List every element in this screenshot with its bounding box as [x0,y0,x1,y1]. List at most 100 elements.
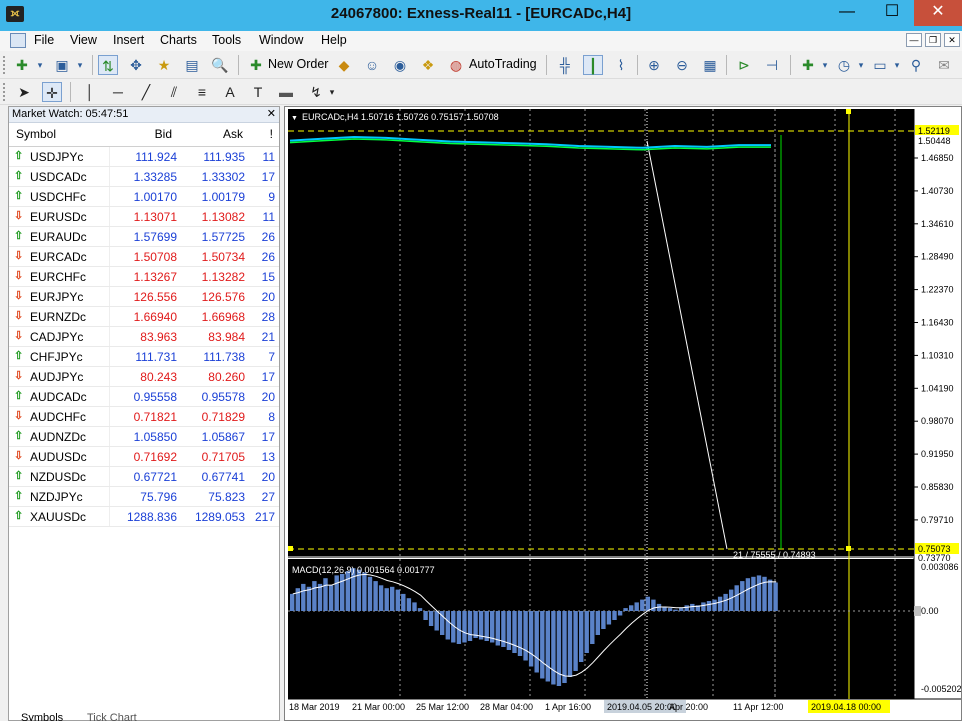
periods-dropdown-icon[interactable]: ▾ [851,55,871,75]
column-ask[interactable]: Ask [223,127,243,141]
new-order-icon[interactable]: ✚ [246,55,266,75]
horizontal-line-icon[interactable]: ─ [108,82,128,102]
market-watch-row[interactable]: ⇩ EURCHFc 1.13267 1.13282 15 [9,267,279,287]
menu-help[interactable]: Help [321,33,347,47]
data-window-icon[interactable]: ✥ [126,55,146,75]
price-chart-background[interactable] [288,109,914,557]
text-label-icon[interactable]: T [248,82,268,102]
strategy-tester-icon[interactable]: 🔍 [210,55,230,75]
column-spread[interactable]: ! [270,127,273,141]
tile-windows-icon[interactable]: ▦ [700,55,720,75]
market-watch-row[interactable]: ⇧ AUDCADc 0.95558 0.95578 20 [9,387,279,407]
crosshair-icon[interactable]: ✛ [42,82,62,102]
macd-chart-background[interactable] [288,559,914,699]
macd-bar [473,611,478,638]
new-chart-icon[interactable]: ✚ [12,55,32,75]
menu-window[interactable]: Window [259,33,303,47]
minimize-button[interactable]: — [824,0,870,26]
profiles-dropdown-icon[interactable]: ▾ [70,55,90,75]
autotrading-icon[interactable]: ◍ [446,55,466,75]
maximize-button[interactable]: ☐ [869,0,915,26]
spread-value: 11 [262,210,275,224]
chat-bubble-icon[interactable]: ✉ [934,55,954,75]
market-watch-row[interactable]: ⇧ USDCADc 1.33285 1.33302 17 [9,167,279,187]
mdi-restore-button[interactable]: ❐ [925,33,941,47]
text-icon[interactable]: A [220,82,240,102]
cursor-icon[interactable]: ➤ [14,82,34,102]
market-watch-row[interactable]: ⇩ AUDCHFc 0.71821 0.71829 8 [9,407,279,427]
close-button[interactable]: ✕ [914,0,962,26]
templates-dropdown-icon[interactable]: ▾ [887,55,907,75]
signals-icon[interactable]: ◉ [390,55,410,75]
fibonacci-icon[interactable]: ≡ [192,82,212,102]
toolbar-grip[interactable] [3,83,6,101]
column-divider [109,367,110,386]
menu-file[interactable]: File [34,33,54,47]
market-watch-icon[interactable]: ⇅ [98,55,118,75]
indicators-dropdown-icon[interactable]: ▾ [815,55,835,75]
toolbar-separator [726,55,727,75]
bar-chart-icon[interactable]: ╬ [555,55,575,75]
chart-shift-icon[interactable]: ⊣ [762,55,782,75]
market-watch-row[interactable]: ⇧ CHFJPYc 111.731 111.738 7 [9,347,279,367]
toolbar-grip[interactable] [3,56,6,74]
arrow-down-icon: ⇩ [14,330,24,342]
profiles-icon[interactable]: ▣ [52,55,72,75]
autoscroll-icon[interactable]: ⊳ [734,55,754,75]
menu-insert[interactable]: Insert [113,33,144,47]
new-chart-dropdown-icon[interactable]: ▾ [30,55,50,75]
chart-window[interactable]: 1.46850 1.40730 1.34610 1.28490 1.22370 1.164… [284,106,962,721]
trendline-icon[interactable]: ╱ [136,82,156,102]
chart-window-icon[interactable] [10,33,26,48]
market-watch-row[interactable]: ⇧ NZDJPYc 75.796 75.823 27 [9,487,279,507]
market-watch-row[interactable]: ⇧ USDJPYc 111.924 111.935 11 [9,147,279,167]
navigator-icon[interactable]: ★ [154,55,174,75]
market-watch-row[interactable]: ⇧ EURAUDc 1.57699 1.57725 26 [9,227,279,247]
line-studies-toolbar: ➤ ✛ │ ─ ╱ ⫽ ≡ A T ▬ ↯ ▾ [0,79,962,105]
price-label: 1.04190 [921,383,954,393]
market-watch-row[interactable]: ⇩ CADJPYc 83.963 83.984 21 [9,327,279,347]
menu-charts[interactable]: Charts [160,33,197,47]
equidistant-channel-icon[interactable]: ⫽ [164,82,184,102]
line-chart-icon[interactable]: ⌇ [611,55,631,75]
market-watch-row[interactable]: ⇩ EURJPYc 126.556 126.576 20 [9,287,279,307]
rectangle-icon[interactable]: ▬ [276,82,296,102]
new-order-button[interactable]: New Order [268,57,328,71]
chart-header-arrow-icon[interactable]: ▼ [291,115,298,122]
market-watch-row[interactable]: ⇩ EURNZDc 1.66940 1.66968 28 [9,307,279,327]
market-watch-row[interactable]: ⇧ AUDNZDc 1.05850 1.05867 17 [9,427,279,447]
market-watch-row[interactable]: ⇩ EURUSDc 1.13071 1.13082 11 [9,207,279,227]
market-icon[interactable]: ❖ [418,55,438,75]
terminal-icon[interactable]: ▤ [182,55,202,75]
market-watch-row[interactable]: ⇧ USDCHFc 1.00170 1.00179 9 [9,187,279,207]
market-watch-row[interactable]: ⇩ AUDUSDc 0.71692 0.71705 13 [9,447,279,467]
macd-bar [317,583,323,611]
market-watch-close-icon[interactable]: ✕ [267,107,276,122]
menu-view[interactable]: View [70,33,97,47]
chart-canvas[interactable]: 1.46850 1.40730 1.34610 1.28490 1.22370 1.164… [285,107,961,720]
market-watch-row[interactable]: ⇧ NZDUSDc 0.67721 0.67741 20 [9,467,279,487]
bid-price: 1.50708 [133,250,177,264]
menu-tools[interactable]: Tools [212,33,241,47]
metaeditor-icon[interactable]: ◆ [334,55,354,75]
mdi-minimize-button[interactable]: — [906,33,922,47]
time-label: 28 Mar 04:00 [480,702,533,712]
line-anchor-marker [288,546,293,551]
macd-bar [290,593,295,611]
mdi-close-button[interactable]: ✕ [944,33,960,47]
tab-tick-chart[interactable]: Tick Chart [87,713,137,721]
vertical-line-icon[interactable]: │ [80,82,100,102]
column-symbol[interactable]: Symbol [16,127,56,141]
market-watch-row[interactable]: ⇧ XAUUSDc 1288.836 1289.053 217 [9,507,279,527]
market-watch-row[interactable]: ⇩ EURCADc 1.50708 1.50734 26 [9,247,279,267]
autotrading-button[interactable]: AutoTrading [469,57,537,71]
zoom-out-icon[interactable]: ⊖ [672,55,692,75]
chat-icon[interactable]: ☺ [362,55,382,75]
market-watch-row[interactable]: ⇩ AUDJPYc 80.243 80.260 17 [9,367,279,387]
tab-symbols[interactable]: Symbols [21,713,63,721]
candlestick-icon[interactable]: ┃ [583,55,603,75]
arrows-dropdown-icon[interactable]: ▾ [322,82,342,102]
search-icon[interactable]: ⚲ [906,55,926,75]
zoom-in-icon[interactable]: ⊕ [644,55,664,75]
column-bid[interactable]: Bid [155,127,172,141]
